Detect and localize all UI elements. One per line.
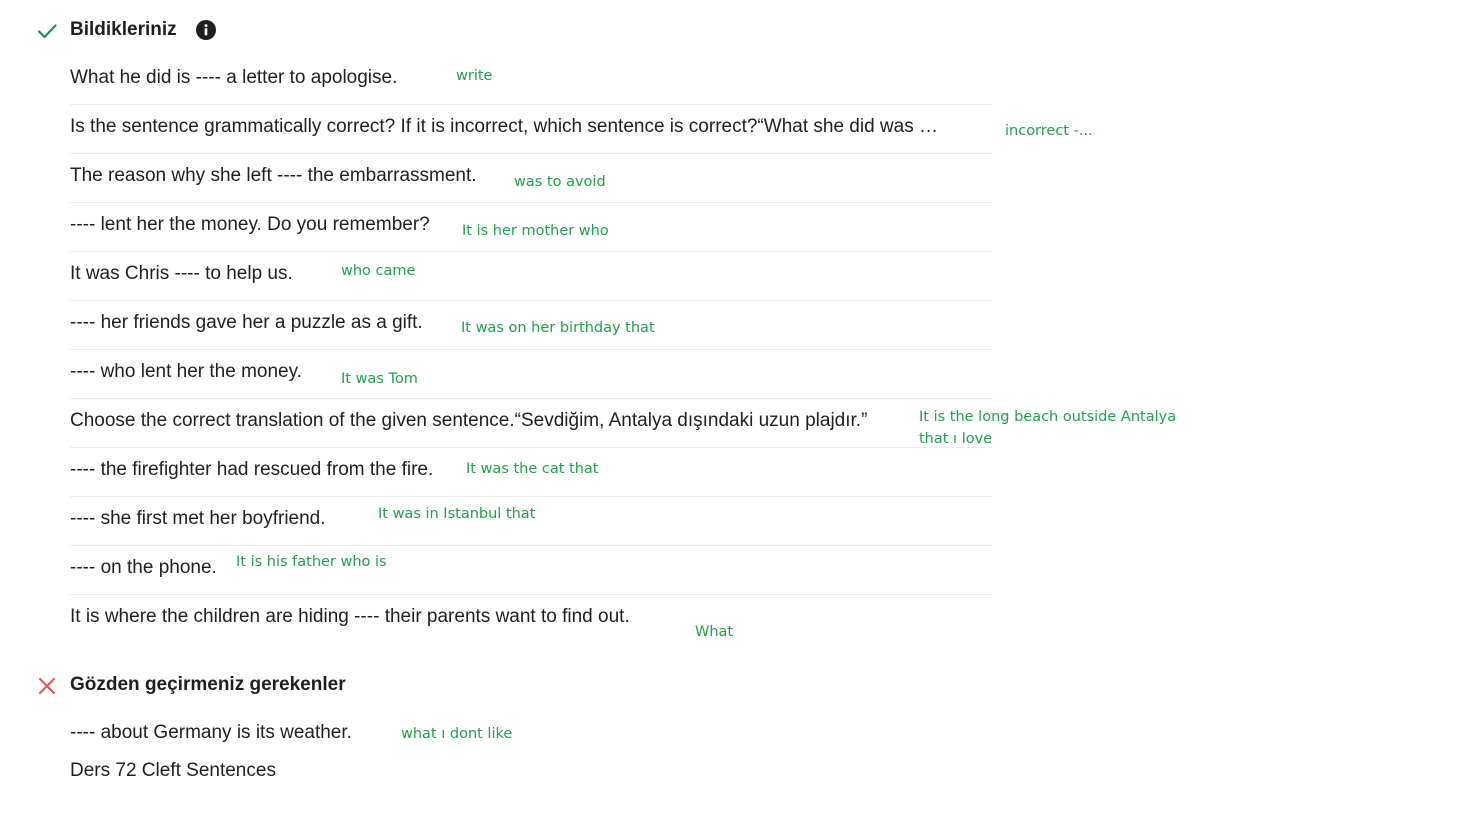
answer-text: incorrect -... [1005,123,1093,139]
answer-text: It was in Istanbul that [378,506,536,522]
answer-text: It was the cat that [466,461,599,477]
question-text: ---- her friends gave her a puzzle as a … [70,312,423,333]
list-item: ---- she first met her boyfriend. It was… [70,496,992,546]
question-text: ---- the firefighter had rescued from th… [70,459,434,480]
list-item: It is where the children are hiding ----… [70,594,992,643]
question-text: ---- on the phone. [70,557,217,578]
list-item: ---- the firefighter had rescued from th… [70,447,992,497]
answer-text: It was Tom [341,371,418,387]
check-icon [37,24,57,39]
answer-text: write [456,68,493,84]
answer-text: It is his father who is [236,554,387,570]
question-text: It is where the children are hiding ----… [70,606,630,627]
question-text: The reason why she left ---- the embarra… [70,165,477,186]
answer-text: what ı dont like [401,726,513,742]
question-text: ---- who lent her the money. [70,361,302,382]
list-item: The reason why she left ---- the embarra… [70,153,992,203]
question-text: ---- about Germany is its weather. [70,722,352,743]
close-icon [39,678,55,694]
list-item: ---- her friends gave her a puzzle as a … [70,300,992,350]
info-icon[interactable] [196,20,216,40]
answer-text: It is her mother who [462,223,609,239]
list-item: Choose the correct translation of the gi… [70,398,1176,448]
answer-text: What [695,624,734,640]
question-text: Is the sentence grammatically correct? I… [70,116,938,137]
answer-text: It was on her birthday that [461,320,655,336]
answer-text: who came [341,263,416,279]
review-section-header: Gözden geçirmeniz gerekenler [36,672,436,700]
list-item: Is the sentence grammatically correct? I… [70,104,1093,154]
lesson-title: Ders 72 Cleft Sentences [70,760,276,781]
question-text: It was Chris ---- to help us. [70,263,293,284]
list-item: ---- lent her the money. Do you remember… [70,202,992,252]
question-text: ---- she first met her boyfriend. [70,508,326,529]
question-text: ---- lent her the money. Do you remember… [70,214,430,235]
question-text: Choose the correct translation of the gi… [70,410,868,431]
known-section-header: Bildikleriniz [36,17,436,45]
list-item: It was Chris ---- to help us. who came [70,251,992,301]
list-item: What he did is ---- a letter to apologis… [70,55,992,105]
review-section-title: Gözden geçirmeniz gerekenler [70,674,346,695]
answer-text: was to avoid [514,174,606,190]
answer-text: It is the long beach outside Antalya tha… [919,409,1177,447]
list-item: ---- who lent her the money. It was Tom [70,349,992,399]
question-text: What he did is ---- a letter to apologis… [70,67,398,88]
list-item: ---- on the phone. It is his father who … [70,545,992,595]
known-section-title: Bildikleriniz [70,19,177,40]
list-item: ---- about Germany is its weather. what … [70,710,992,759]
